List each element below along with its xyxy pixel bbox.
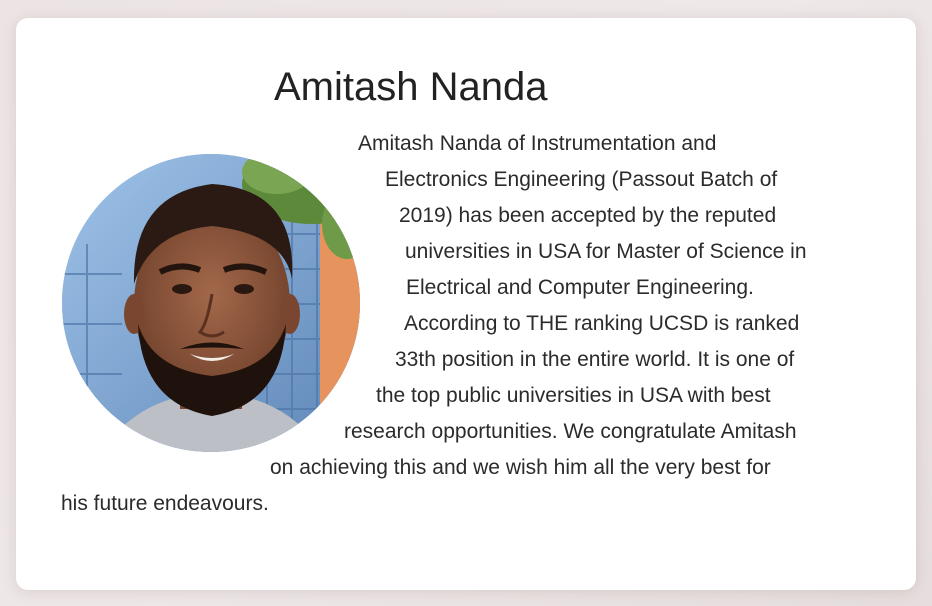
bio-line: the top public universities in USA with … bbox=[376, 384, 771, 407]
bio-line: on achieving this and we wish him all th… bbox=[270, 456, 771, 479]
profile-card: Amitash Nanda Amitash Nanda of Instrumen… bbox=[16, 18, 916, 590]
bio-line: his future endeavours. bbox=[61, 492, 269, 515]
bio-line: universities in USA for Master of Scienc… bbox=[405, 240, 807, 263]
bio-line: According to THE ranking UCSD is ranked bbox=[404, 312, 800, 335]
bio-line: Electronics Engineering (Passout Batch o… bbox=[385, 168, 778, 191]
profile-name: Amitash Nanda bbox=[274, 65, 548, 109]
bio-line: research opportunities. We congratulate … bbox=[344, 420, 797, 443]
bio-line: 2019) has been accepted by the reputed bbox=[399, 204, 777, 227]
bio-line: 33th position in the entire world. It is… bbox=[395, 348, 795, 371]
bio-line: Amitash Nanda of Instrumentation and bbox=[358, 132, 717, 155]
profile-photo bbox=[62, 154, 360, 452]
bio-line: Electrical and Computer Engineering. bbox=[406, 276, 754, 299]
